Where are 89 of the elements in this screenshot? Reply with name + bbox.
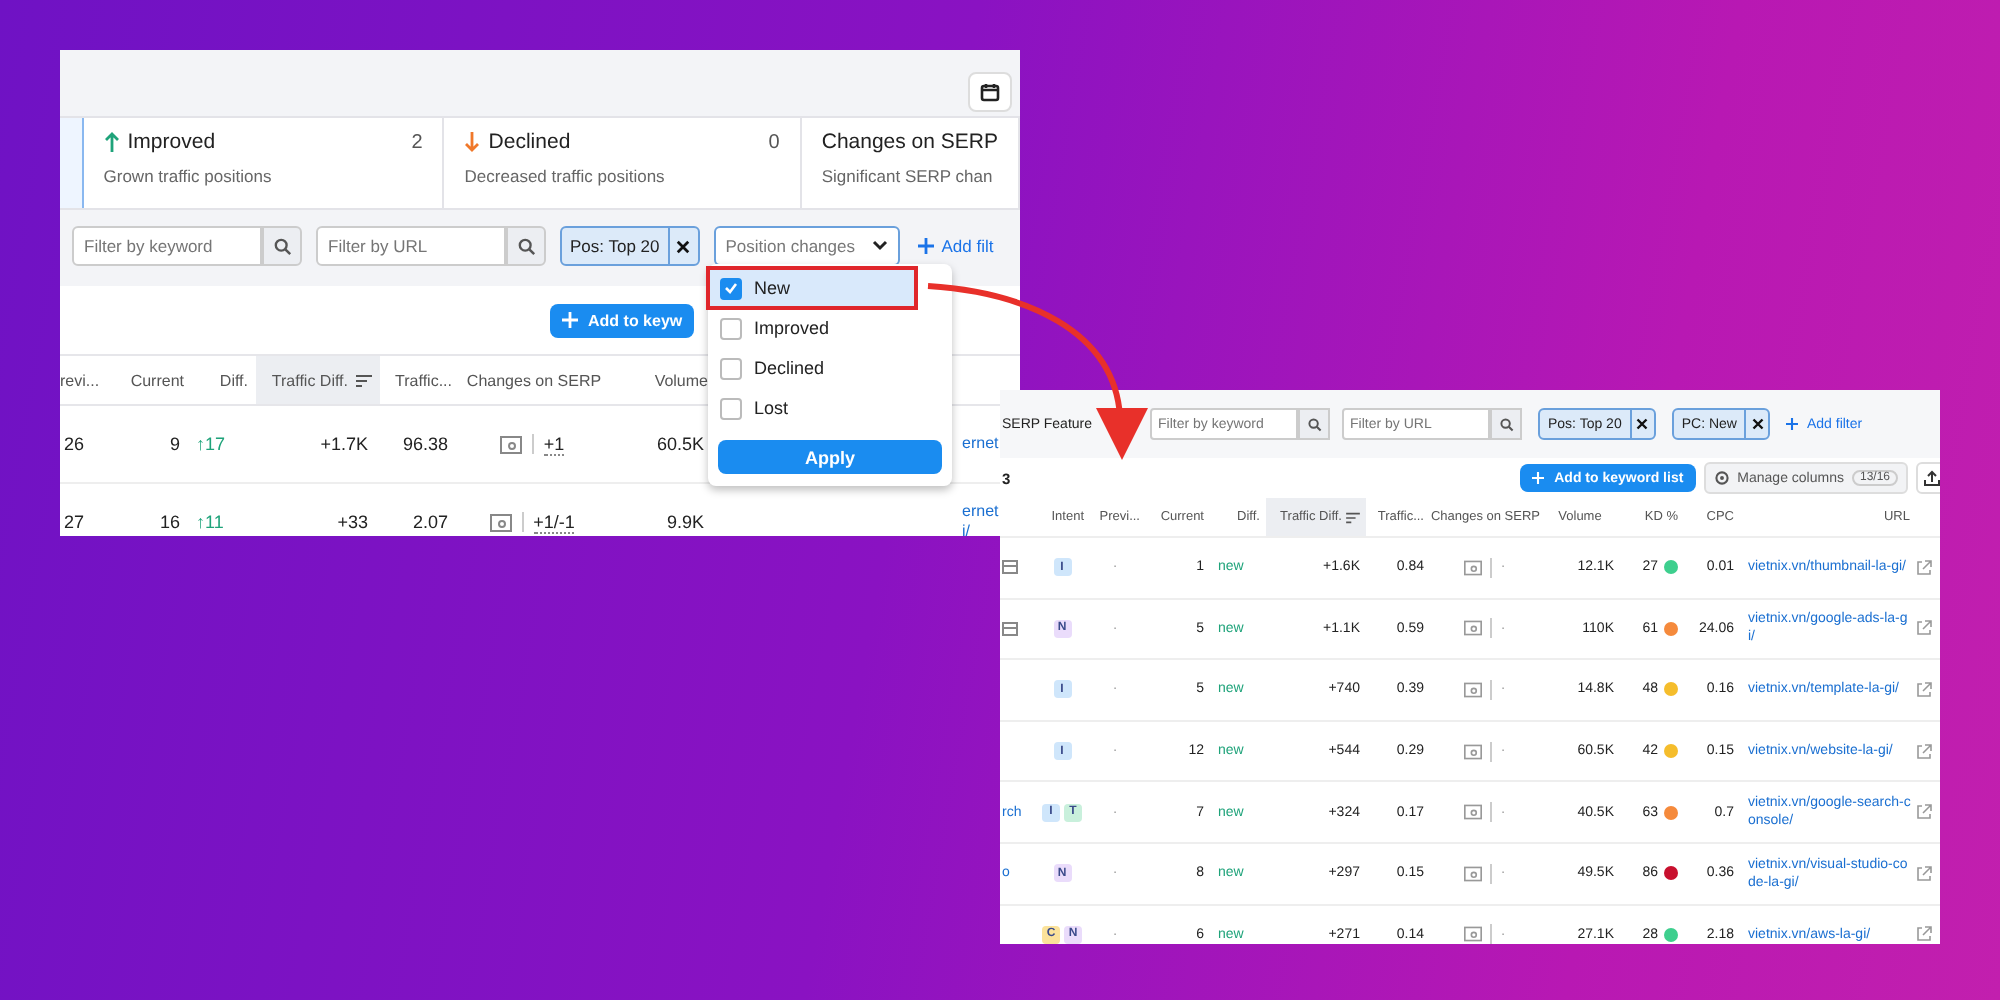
card-subtitle: Decreased traffic positions xyxy=(464,166,667,186)
column-header[interactable]: Current xyxy=(120,356,192,404)
remove-filter-button[interactable] xyxy=(1744,410,1769,438)
position-changes-select[interactable]: Position changes xyxy=(713,226,900,266)
external-link-icon[interactable] xyxy=(1916,559,1932,576)
card-count: 0 xyxy=(768,131,780,153)
external-link-icon[interactable] xyxy=(1916,620,1932,637)
chevron-down-icon xyxy=(871,240,888,252)
serp-snapshot-icon[interactable] xyxy=(1464,926,1483,943)
arrow-down-icon xyxy=(464,132,481,152)
column-header[interactable]: Traffic Diff. xyxy=(256,356,380,404)
table-cell-text: 60.5K xyxy=(654,434,706,454)
calendar-button[interactable] xyxy=(968,72,1012,112)
serp-snapshot-icon[interactable] xyxy=(1464,804,1483,821)
sort-icon xyxy=(1346,511,1360,523)
table-cell-text: 27 xyxy=(62,512,87,532)
export-button[interactable] xyxy=(1916,462,1940,494)
keyword-filter-field[interactable]: Filter by keyword xyxy=(72,226,262,266)
column-header[interactable]: revi... xyxy=(60,356,120,404)
url-link[interactable]: ernet xyxy=(962,434,1002,454)
external-link-icon[interactable] xyxy=(1916,743,1932,760)
dropdown-option[interactable]: Improved xyxy=(708,308,952,348)
plus-icon xyxy=(1786,418,1799,430)
search-icon xyxy=(517,237,535,255)
search-icon xyxy=(1307,417,1321,431)
table-cell-text: 16 xyxy=(157,512,182,532)
serp-snapshot-icon[interactable] xyxy=(1464,559,1483,576)
column-header[interactable]: Changes on SERP xyxy=(460,356,616,404)
plus-icon xyxy=(917,238,934,254)
checkbox[interactable] xyxy=(720,397,742,419)
external-link-icon[interactable] xyxy=(1916,804,1932,821)
serp-snapshot-icon[interactable] xyxy=(1464,620,1483,637)
serp-feature-icon xyxy=(1002,621,1018,636)
checkbox[interactable] xyxy=(720,277,742,299)
search-button[interactable] xyxy=(262,226,302,266)
table-cell-text: 9 xyxy=(167,434,182,454)
external-link-icon[interactable] xyxy=(1916,926,1932,943)
plus-icon xyxy=(1532,472,1545,484)
summary-card[interactable] xyxy=(60,118,84,208)
card-title: Declined xyxy=(488,130,571,154)
table-cell-text: 96.38 xyxy=(400,434,450,454)
serp-snapshot-icon[interactable] xyxy=(1464,681,1483,698)
close-icon xyxy=(676,239,691,253)
table-cell-text: +33 xyxy=(335,512,370,532)
card-title: Improved xyxy=(127,130,216,154)
settings-icon xyxy=(1713,470,1730,486)
summary-card[interactable]: Improved 2 Grown traffic positions xyxy=(83,118,445,208)
summary-card[interactable]: Changes on SERP Significant SERP chan xyxy=(801,118,1020,208)
serp-snapshot-icon[interactable] xyxy=(1464,743,1483,760)
search-button[interactable] xyxy=(506,226,546,266)
serp-snapshot-icon[interactable] xyxy=(499,435,522,453)
search-icon xyxy=(1499,417,1513,431)
dropdown-option[interactable]: New xyxy=(708,268,916,308)
card-subtitle: Significant SERP chan xyxy=(821,166,995,186)
checkbox[interactable] xyxy=(720,357,742,379)
plus-icon xyxy=(562,312,578,328)
table-cell-text: ↑11 xyxy=(194,512,226,532)
table-cell-text: 2.07 xyxy=(410,512,450,532)
sort-icon xyxy=(356,373,372,387)
add-filter-button[interactable]: Add filt xyxy=(917,236,994,256)
serp-change-link[interactable]: +1/-1 xyxy=(533,511,575,533)
url-filter-field[interactable]: Filter by URL xyxy=(316,226,506,266)
card-count: 2 xyxy=(411,131,423,153)
column-header[interactable]: Traffic... xyxy=(380,356,460,404)
table-cell-text: 26 xyxy=(62,434,87,454)
search-button[interactable] xyxy=(1490,408,1522,440)
card-title: Changes on SERP xyxy=(821,130,998,154)
table-cell-text: +1.7K xyxy=(318,434,370,454)
serp-change-link[interactable]: +1 xyxy=(543,433,565,455)
upload-icon xyxy=(1924,470,1940,486)
calendar-icon xyxy=(980,82,1000,102)
table-cell-text: 9.9K xyxy=(664,512,706,532)
card-subtitle: Grown traffic positions xyxy=(103,166,274,186)
external-link-icon[interactable] xyxy=(1916,681,1932,698)
serp-snapshot-icon[interactable] xyxy=(1464,865,1483,882)
filter-chip[interactable]: Pos: Top 20 xyxy=(560,226,700,266)
checkbox[interactable] xyxy=(720,317,742,339)
url-link[interactable]: ernet i/ xyxy=(962,502,1002,536)
arrow-up-icon xyxy=(103,132,120,152)
serp-feature-icon xyxy=(1002,560,1018,575)
search-button[interactable] xyxy=(1298,408,1330,440)
close-icon xyxy=(1636,418,1649,430)
close-icon xyxy=(1751,418,1764,430)
column-header[interactable]: Diff. xyxy=(192,356,256,404)
serp-snapshot-icon[interactable] xyxy=(489,513,512,531)
search-icon xyxy=(273,237,291,255)
external-link-icon[interactable] xyxy=(1916,865,1932,882)
summary-card[interactable]: Declined 0 Decreased traffic positions xyxy=(444,118,802,208)
table-cell-text: ↑17 xyxy=(194,434,228,454)
